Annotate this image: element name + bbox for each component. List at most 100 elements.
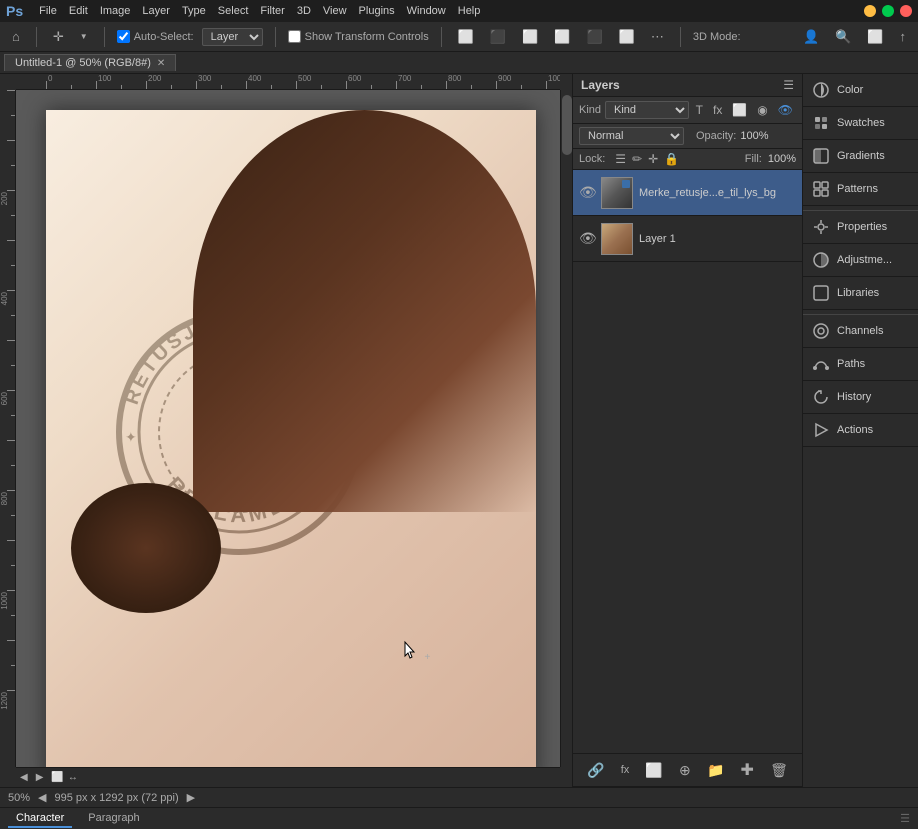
canvas-area[interactable]: RETUSJERT PERSON REKLAME ✦ ✦ [16, 90, 572, 767]
prop-actions[interactable]: Actions [803, 414, 918, 447]
prop-color[interactable]: Color [803, 74, 918, 107]
status-bar: 50% ◀ 995 px x 1292 px (72 ppi) ▶ [0, 787, 918, 807]
auto-select-dropdown[interactable]: Layer Group [202, 28, 263, 46]
hscroll-expand-btn[interactable]: ⬜ [51, 772, 63, 783]
toolbar-separator-3 [275, 27, 276, 47]
menu-edit[interactable]: Edit [69, 5, 88, 17]
more-options-icon[interactable]: ⋯ [647, 27, 668, 47]
minimize-button[interactable] [864, 5, 876, 17]
layer-delete-btn[interactable]: 🗑 [766, 760, 792, 781]
layers-panel: Layers ☰ Kind Kind T fx ⬜ ◉ 👁 Normal [572, 74, 802, 787]
layers-filter-2-icon[interactable]: fx [710, 102, 725, 118]
layer-fx-btn[interactable]: fx [617, 762, 634, 778]
align-left-icon[interactable]: ⬜ [454, 27, 478, 47]
align-middle-icon[interactable]: ⬛ [582, 27, 606, 47]
layer-add-btn[interactable]: ✚ [737, 758, 758, 782]
menu-window[interactable]: Window [407, 5, 446, 17]
menu-plugins[interactable]: Plugins [359, 5, 395, 17]
menu-type[interactable]: Type [182, 5, 206, 17]
vscroll-thumb[interactable] [562, 95, 572, 155]
prop-channels[interactable]: Channels [803, 314, 918, 348]
layers-kind-select[interactable]: Kind [605, 101, 689, 119]
align-top-icon[interactable]: ⬜ [550, 27, 574, 47]
layer-adjustment-btn[interactable]: ⊕ [675, 760, 695, 781]
layer-link-btn[interactable]: 🔗 [583, 760, 608, 781]
vertical-scrollbar[interactable] [560, 90, 572, 767]
share-icon[interactable]: ↑ [896, 27, 911, 46]
home-icon[interactable]: ⌂ [8, 27, 24, 46]
hscroll-right-btn[interactable]: ▶ [36, 772, 44, 783]
bottom-panel-menu[interactable]: ☰ [900, 812, 910, 825]
user-icon[interactable]: 👤 [799, 27, 823, 47]
menu-filter[interactable]: Filter [260, 5, 284, 17]
layer-mask-btn[interactable]: ⬜ [641, 760, 666, 781]
horizontal-scrollbar[interactable]: ◀ ▶ ⬜ ↔ [16, 767, 560, 787]
ruler-horizontal: 01002003004005006007008009001000 [16, 74, 560, 90]
prop-swatches[interactable]: Swatches [803, 107, 918, 140]
prop-properties[interactable]: Properties [803, 210, 918, 244]
search-icon[interactable]: 🔍 [831, 27, 855, 47]
view-icon[interactable]: ⬜ [863, 27, 887, 47]
lock-pixel-icon[interactable]: ✏ [632, 152, 642, 166]
properties-sidebar: Color Swatches Gradients Patterns [802, 74, 918, 787]
document-tab[interactable]: Untitled-1 @ 50% (RGB/8#) ✕ [4, 54, 176, 71]
lock-all-icon[interactable]: 🔒 [664, 152, 679, 166]
patterns-icon [811, 179, 831, 199]
layers-filter-1-icon[interactable]: T [693, 102, 706, 118]
menu-file[interactable]: File [39, 5, 57, 17]
hscroll-shrink-btn[interactable]: ↔ [68, 772, 78, 783]
maximize-button[interactable] [882, 5, 894, 17]
history-icon [811, 387, 831, 407]
tab-character[interactable]: Character [8, 810, 72, 828]
auto-select-checkbox[interactable] [117, 30, 130, 43]
layer-group-btn[interactable]: 📁 [703, 760, 728, 781]
menu-layer[interactable]: Layer [142, 5, 170, 17]
prop-gradients[interactable]: Gradients [803, 140, 918, 173]
menu-3d[interactable]: 3D [297, 5, 311, 17]
lock-position-icon[interactable]: ☰ [615, 152, 626, 166]
prop-history[interactable]: History [803, 381, 918, 414]
close-button[interactable] [900, 5, 912, 17]
opacity-label: Opacity: [696, 130, 736, 142]
prop-patterns[interactable]: Patterns [803, 173, 918, 206]
align-bottom-icon[interactable]: ⬜ [615, 27, 639, 47]
tab-paragraph[interactable]: Paragraph [80, 810, 147, 828]
lock-move-icon[interactable]: ✛ [648, 152, 658, 166]
menu-bar: Ps File Edit Image Layer Type Select Fil… [0, 0, 918, 22]
show-transform-checkbox[interactable] [288, 30, 301, 43]
move-tool-icon[interactable]: ✛ [49, 27, 68, 47]
layer-visibility-1[interactable]: 👁 [579, 230, 595, 247]
layers-menu-icon[interactable]: ☰ [783, 78, 794, 92]
nav-left-btn[interactable]: ◀ [38, 791, 46, 804]
layers-filter-eye-icon[interactable]: 👁 [775, 102, 796, 118]
menu-view[interactable]: View [323, 5, 347, 17]
align-center-icon[interactable]: ⬛ [486, 27, 510, 47]
layers-filter-3-icon[interactable]: ⬜ [729, 102, 750, 118]
layer-item-0[interactable]: 👁 Merke_retusje...e_til_lys_bg [573, 170, 802, 216]
menu-help[interactable]: Help [458, 5, 481, 17]
channels-label: Channels [837, 325, 883, 337]
prop-adjustments[interactable]: Adjustme... [803, 244, 918, 277]
blending-mode-select[interactable]: Normal [579, 127, 684, 145]
layer-visibility-0[interactable]: 👁 [579, 184, 595, 201]
adjustments-label: Adjustme... [837, 254, 892, 266]
layer-item-1[interactable]: 👁 Layer 1 [573, 216, 802, 262]
nav-right-btn[interactable]: ▶ [187, 791, 195, 804]
history-label: History [837, 391, 871, 403]
prop-paths[interactable]: Paths [803, 348, 918, 381]
menu-select[interactable]: Select [218, 5, 249, 17]
align-right-icon[interactable]: ⬜ [518, 27, 542, 47]
layers-filter-4-icon[interactable]: ◉ [754, 102, 770, 118]
move-tool-dropdown[interactable]: ▼ [76, 30, 92, 43]
layers-list: 👁 Merke_retusje...e_til_lys_bg 👁 Layer 1 [573, 170, 802, 753]
hscroll-left-btn[interactable]: ◀ [20, 772, 28, 783]
layers-footer: 🔗 fx ⬜ ⊕ 📁 ✚ 🗑 [573, 753, 802, 786]
menu-image[interactable]: Image [100, 5, 131, 17]
prop-libraries[interactable]: Libraries [803, 277, 918, 310]
channels-icon [811, 321, 831, 341]
show-transform-label: Show Transform Controls [288, 30, 429, 43]
lock-label: Lock: [579, 153, 605, 165]
layers-title: Layers [581, 78, 620, 92]
tab-close-icon[interactable]: ✕ [157, 58, 165, 69]
layer-thumb-0 [601, 177, 633, 209]
